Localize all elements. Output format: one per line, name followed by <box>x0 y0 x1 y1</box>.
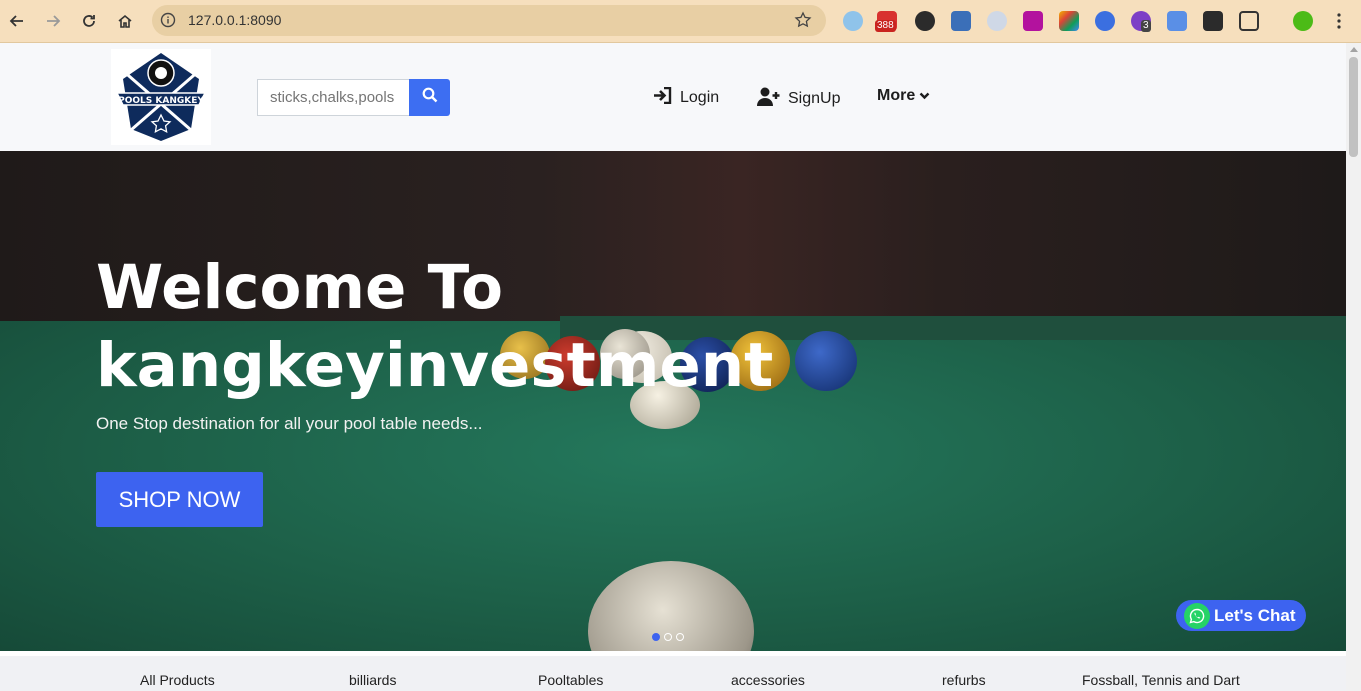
category-all-products[interactable]: All Products <box>140 672 215 688</box>
search-icon <box>422 87 438 108</box>
login-link[interactable]: Login <box>653 86 720 109</box>
url-text: 127.0.0.1:8090 <box>188 12 282 28</box>
page: POOLS KANGKEY Login SignUp Mor <box>0 43 1346 691</box>
site-info-icon[interactable] <box>160 12 176 33</box>
b-extension-icon[interactable] <box>1095 11 1115 31</box>
category-accessories[interactable]: accessories <box>731 672 805 688</box>
apps-extension-icon[interactable] <box>1059 11 1079 31</box>
page-scrollbar[interactable] <box>1346 43 1361 691</box>
chevron-down-icon <box>919 87 930 105</box>
category-refurbs[interactable]: refurbs <box>942 672 986 688</box>
search-button[interactable] <box>409 79 450 116</box>
site-header: POOLS KANGKEY Login SignUp Mor <box>0 43 1346 151</box>
carousel-dot-1[interactable] <box>652 633 660 641</box>
carousel-indicators <box>652 633 684 641</box>
more-label: More <box>877 87 916 104</box>
phone-extension-icon[interactable] <box>1167 11 1187 31</box>
forward-icon[interactable] <box>41 9 65 33</box>
home-icon[interactable] <box>113 9 137 33</box>
link-extension-icon[interactable] <box>987 11 1007 31</box>
extension-badge: 388 <box>875 20 896 32</box>
hero-carousel: Welcome To kangkeyinvestment One Stop de… <box>0 151 1346 651</box>
hero-title: Welcome To kangkeyinvestment <box>96 249 996 405</box>
signup-link[interactable]: SignUp <box>757 87 840 111</box>
kebab-menu-icon[interactable] <box>1327 9 1351 33</box>
category-pooltables[interactable]: Pooltables <box>538 672 603 688</box>
shop-now-button[interactable]: SHOP NOW <box>96 472 263 527</box>
carousel-dot-2[interactable] <box>664 633 672 641</box>
category-fossball-tennis-dart[interactable]: Fossball, Tennis and Dart <box>1082 672 1240 688</box>
category-bar: All Products billiards Pooltables access… <box>0 656 1346 691</box>
whatsapp-chat-button[interactable]: Let's Chat <box>1176 600 1306 631</box>
site-logo[interactable]: POOLS KANGKEY <box>111 49 211 145</box>
svg-text:POOLS KANGKEY: POOLS KANGKEY <box>118 96 204 106</box>
search-input[interactable] <box>257 79 409 116</box>
more-dropdown[interactable]: More <box>877 87 930 105</box>
reload-icon[interactable] <box>77 9 101 33</box>
profile-avatar[interactable] <box>1293 11 1313 31</box>
user-plus-icon <box>757 87 780 111</box>
gear-extension-icon[interactable] <box>915 11 935 31</box>
address-bar[interactable]: 127.0.0.1:8090 <box>152 5 826 36</box>
grid-extension-icon[interactable] <box>951 11 971 31</box>
search-form <box>257 79 450 116</box>
signup-label: SignUp <box>788 90 841 107</box>
hero-title-line2: kangkeyinvestment <box>96 330 774 401</box>
gift-extension-icon[interactable]: 388 <box>875 11 897 32</box>
chat-label: Let's Chat <box>1214 605 1296 625</box>
category-billiards[interactable]: billiards <box>349 672 396 688</box>
hero-subtitle: One Stop destination for all your pool t… <box>96 414 483 433</box>
search-extension-icon[interactable]: 3 <box>1131 11 1151 32</box>
back-icon[interactable] <box>5 9 29 33</box>
audio-extension-icon[interactable] <box>1203 11 1223 31</box>
whatsapp-icon <box>1184 602 1210 629</box>
carousel-dot-3[interactable] <box>676 633 684 641</box>
extension-badge: 3 <box>1141 20 1151 32</box>
cloud-extension-icon[interactable] <box>843 11 863 31</box>
download-extension-icon[interactable] <box>1023 11 1043 31</box>
bookmark-star-icon[interactable] <box>794 11 812 34</box>
scrollbar-thumb[interactable] <box>1349 57 1358 157</box>
browser-toolbar: 127.0.0.1:8090 388 3 <box>0 0 1361 43</box>
scroll-up-arrow-icon[interactable] <box>1350 47 1358 52</box>
hero-title-line1: Welcome To <box>96 252 504 323</box>
sign-in-icon <box>653 86 672 109</box>
puzzle-extensions-icon[interactable] <box>1239 11 1259 31</box>
login-label: Login <box>680 89 720 106</box>
